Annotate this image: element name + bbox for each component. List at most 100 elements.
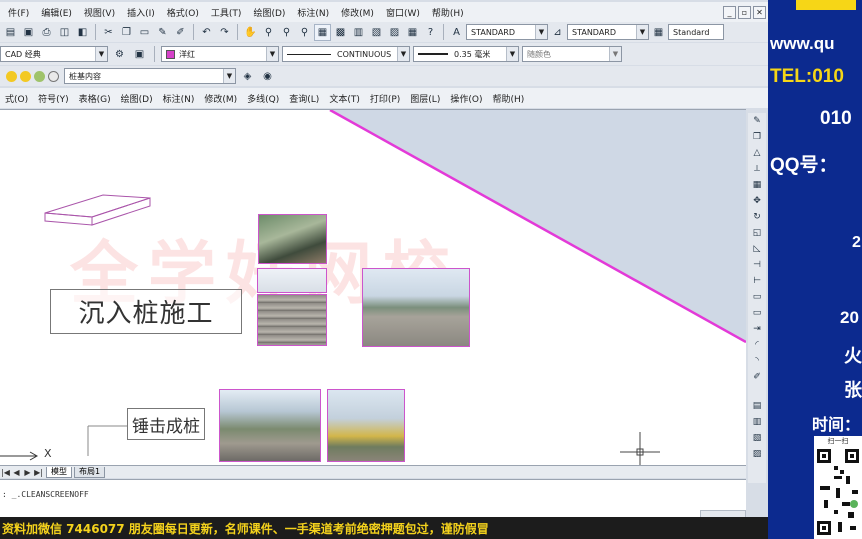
- lineweight-select[interactable]: 0.35 毫米 ▼: [413, 46, 519, 62]
- label-sink-pile-construction[interactable]: 沉入桩施工: [50, 289, 242, 334]
- photo-pile-yard[interactable]: [362, 268, 470, 347]
- tab-model[interactable]: 模型: [46, 466, 72, 478]
- block-editor-icon[interactable]: ✐: [172, 24, 189, 41]
- trim-icon[interactable]: ⊣: [750, 257, 765, 272]
- layer-previous-icon[interactable]: ◉: [259, 68, 276, 85]
- photo-pipe-piles[interactable]: [257, 294, 327, 346]
- explode-icon[interactable]: ◝: [750, 353, 765, 368]
- photo-piling-worker[interactable]: [258, 214, 327, 264]
- menu2-symbol[interactable]: 符号(Y): [33, 92, 74, 105]
- last-tab-icon[interactable]: ▶|: [33, 468, 44, 477]
- menu2-query[interactable]: 查询(L): [284, 92, 324, 105]
- undo-icon[interactable]: ↶: [198, 24, 215, 41]
- scale-icon[interactable]: ◱: [750, 225, 765, 240]
- zoom-previous-icon[interactable]: ⚲: [296, 24, 313, 41]
- menu2-text[interactable]: 文本(T): [324, 92, 365, 105]
- break-icon[interactable]: ▭: [750, 289, 765, 304]
- menu-draw[interactable]: 绘图(D): [247, 6, 291, 19]
- stretch-icon[interactable]: ◺: [750, 241, 765, 256]
- markup-icon[interactable]: ▨: [386, 24, 403, 41]
- menu2-draw[interactable]: 绘图(D): [116, 92, 158, 105]
- text-style-select[interactable]: STANDARD ▼: [466, 24, 548, 40]
- layer-lock-icon[interactable]: [34, 70, 45, 82]
- zoom-realtime-icon[interactable]: ⚲: [260, 24, 277, 41]
- make-current-layer-icon[interactable]: ◈: [239, 68, 256, 85]
- menu-dimension[interactable]: 标注(N): [291, 6, 335, 19]
- bring-front-icon[interactable]: ▥: [750, 414, 765, 429]
- chamfer-icon[interactable]: ⇥: [750, 321, 765, 336]
- dim-style-select[interactable]: STANDARD ▼: [567, 24, 649, 40]
- menu2-layer[interactable]: 图层(L): [405, 92, 445, 105]
- paste-icon[interactable]: ▭: [136, 24, 153, 41]
- drawing-canvas[interactable]: 全学好网校 沉入桩施工 锤击成桩 X: [0, 109, 746, 465]
- erase-icon[interactable]: ✎: [750, 113, 765, 128]
- photo-pile-driver[interactable]: [327, 389, 405, 462]
- redo-icon[interactable]: ↷: [216, 24, 233, 41]
- menu-insert[interactable]: 插入(I): [121, 6, 161, 19]
- photo-hammer-rig-site[interactable]: [219, 389, 321, 462]
- command-line[interactable]: : _.CLEANSCREENOFF: [0, 479, 746, 517]
- menu2-help[interactable]: 帮助(H): [487, 92, 529, 105]
- menu-window[interactable]: 窗口(W): [380, 6, 426, 19]
- plotstyle-select[interactable]: 随颜色 ▼: [522, 46, 622, 62]
- color-select[interactable]: 洋红 ▼: [161, 46, 279, 62]
- photo-sky-blank[interactable]: [257, 268, 327, 293]
- next-tab-icon[interactable]: ▶: [22, 468, 33, 477]
- copy-icon[interactable]: ❐: [118, 24, 135, 41]
- menu2-table[interactable]: 表格(G): [74, 92, 116, 105]
- menu-tools[interactable]: 工具(T): [205, 6, 248, 19]
- cut-icon[interactable]: ✂: [100, 24, 117, 41]
- restore-button[interactable]: ▫: [738, 5, 751, 19]
- copy-object-icon[interactable]: ❐: [750, 129, 765, 144]
- menu-view[interactable]: 视图(V): [78, 6, 121, 19]
- menu-help[interactable]: 帮助(H): [426, 6, 470, 19]
- text-front-icon[interactable]: ▨: [750, 446, 765, 461]
- prev-tab-icon[interactable]: ◀: [11, 468, 22, 477]
- slab-top[interactable]: [44, 194, 151, 218]
- layer-manager-icon[interactable]: ▣: [131, 46, 148, 63]
- layer-select[interactable]: 桩基内容 ▼: [64, 68, 236, 84]
- move-icon[interactable]: ✥: [750, 193, 765, 208]
- workspace-select[interactable]: CAD 经典 ▼: [0, 46, 108, 62]
- close-button[interactable]: ✕: [753, 5, 766, 19]
- layer-freeze-icon[interactable]: [20, 70, 31, 82]
- mirror-icon[interactable]: △: [750, 145, 765, 160]
- match-properties-icon[interactable]: ✎: [154, 24, 171, 41]
- calculator-icon[interactable]: ▦: [404, 24, 421, 41]
- edit-icon[interactable]: ✐: [750, 369, 765, 384]
- send-back-icon[interactable]: ▧: [750, 430, 765, 445]
- minimize-button[interactable]: _: [723, 5, 736, 19]
- fillet-icon[interactable]: ◜: [750, 337, 765, 352]
- menu2-dimension[interactable]: 标注(N): [158, 92, 200, 105]
- join-icon[interactable]: ▭: [750, 305, 765, 320]
- menu-edit[interactable]: 编辑(E): [35, 6, 78, 19]
- help-icon[interactable]: ?: [422, 24, 439, 41]
- draworder-icon[interactable]: ▤: [750, 398, 765, 413]
- tool-palettes-icon[interactable]: ▥: [350, 24, 367, 41]
- menu2-multiline[interactable]: 多线(Q): [242, 92, 284, 105]
- tab-layout1[interactable]: 布局1: [74, 466, 106, 478]
- menu2-operation[interactable]: 操作(O): [445, 92, 487, 105]
- zoom-window-icon[interactable]: ⚲: [278, 24, 295, 41]
- label-hammer-pile[interactable]: 锤击成桩: [127, 408, 205, 440]
- menu-file[interactable]: 件(F): [2, 6, 35, 19]
- preview-icon[interactable]: ◫: [56, 24, 73, 41]
- array-icon[interactable]: ▦: [750, 177, 765, 192]
- new-icon[interactable]: ▤: [2, 24, 19, 41]
- menu2-modify[interactable]: 修改(M): [199, 92, 242, 105]
- workspace-settings-icon[interactable]: ⚙: [111, 46, 128, 63]
- first-tab-icon[interactable]: |◀: [0, 468, 11, 477]
- properties-icon[interactable]: ▦: [314, 23, 331, 41]
- offset-icon[interactable]: ⟂: [750, 161, 765, 176]
- layer-on-icon[interactable]: [6, 70, 17, 82]
- publish-icon[interactable]: ◧: [74, 24, 91, 41]
- rotate-icon[interactable]: ↻: [750, 209, 765, 224]
- menu2-format[interactable]: 式(O): [0, 92, 33, 105]
- design-center-icon[interactable]: ▩: [332, 24, 349, 41]
- linetype-select[interactable]: CONTINUOUS ▼: [282, 46, 410, 62]
- menu2-print[interactable]: 打印(P): [365, 92, 405, 105]
- print-icon[interactable]: ⎙: [38, 24, 55, 41]
- menu-format[interactable]: 格式(O): [161, 6, 205, 19]
- save-icon[interactable]: ▣: [20, 24, 37, 41]
- pan-icon[interactable]: ✋: [242, 24, 259, 41]
